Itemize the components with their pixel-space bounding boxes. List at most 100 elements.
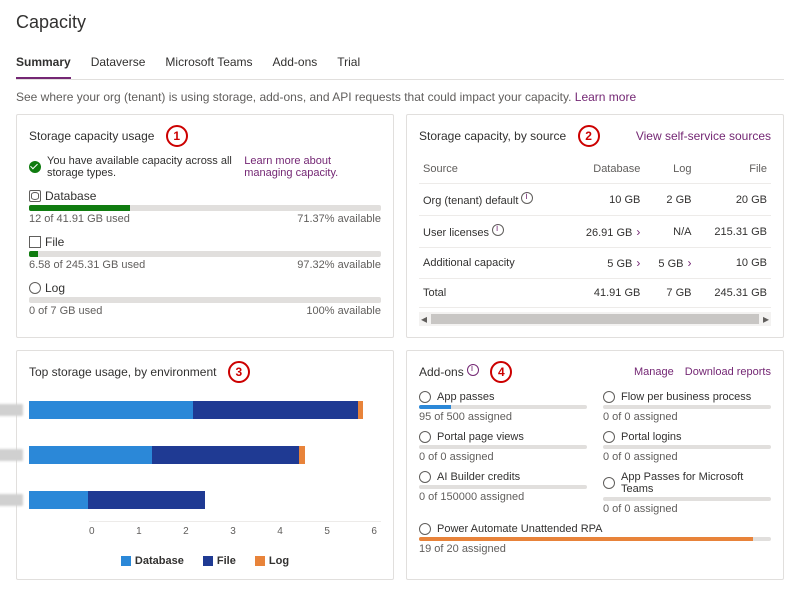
table-row: Org (tenant) default 10 GB 2 GB 20 GB — [419, 184, 771, 216]
col-log: Log — [644, 155, 695, 184]
chart-bar — [29, 401, 363, 419]
metric-used: 6.58 of 245.31 GB used — [29, 259, 145, 271]
addon-sub: 0 of 0 assigned — [419, 451, 587, 463]
cell-db: 41.91 GB — [567, 279, 645, 308]
addon-name: Power Automate Unattended RPA — [437, 523, 603, 535]
addon-icon — [419, 523, 431, 535]
info-icon[interactable] — [521, 192, 533, 204]
addon-item: Flow per business process 0 of 0 assigne… — [603, 391, 771, 423]
metric-used: 0 of 7 GB used — [29, 305, 102, 317]
addon-name: Portal page views — [437, 431, 524, 443]
page-title: Capacity — [16, 12, 784, 33]
addon-sub: 19 of 20 assigned — [419, 543, 771, 555]
addon-item: App passes 95 of 500 assigned — [419, 391, 587, 423]
addon-item: App Passes for Microsoft Teams 0 of 0 as… — [603, 471, 771, 515]
addon-name: App Passes for Microsoft Teams — [621, 471, 771, 495]
addon-sub: 0 of 0 assigned — [603, 411, 771, 423]
addon-name: AI Builder credits — [437, 471, 520, 483]
chevron-right-icon[interactable]: › — [636, 225, 640, 239]
metric-label: Log — [45, 281, 65, 295]
horizontal-scrollbar[interactable]: ◂▸ — [419, 312, 771, 326]
source-table: Source Database Log File Org (tenant) de… — [419, 155, 771, 308]
env-label — [0, 404, 23, 416]
addon-icon — [603, 477, 615, 489]
addon-sub: 0 of 150000 assigned — [419, 491, 587, 503]
status-link[interactable]: Learn more about managing capacity. — [244, 155, 381, 179]
card-title: Storage capacity usage — [29, 129, 154, 143]
addon-item: AI Builder credits 0 of 150000 assigned — [419, 471, 587, 515]
addon-item: Power Automate Unattended RPA 19 of 20 a… — [419, 523, 771, 555]
cell-log: 7 GB — [644, 279, 695, 308]
check-icon — [29, 161, 41, 173]
card-top-storage-env: Top storage usage, by environment 3 0123… — [16, 350, 394, 580]
tab-teams[interactable]: Microsoft Teams — [165, 49, 252, 79]
table-row: User licenses 26.91 GB› N/A 215.31 GB — [419, 216, 771, 248]
log-icon — [29, 282, 41, 294]
tab-addons[interactable]: Add-ons — [273, 49, 318, 79]
download-reports-link[interactable]: Download reports — [685, 366, 771, 378]
chart-bar — [29, 491, 205, 509]
cell-log: 5 GB› — [644, 248, 695, 279]
card-title: Add-ons — [419, 365, 464, 379]
progress-bar — [29, 205, 381, 211]
col-file: File — [696, 155, 772, 184]
metric-avail: 71.37% available — [297, 213, 381, 225]
database-icon — [29, 190, 41, 202]
metric-label: Database — [45, 189, 96, 203]
file-icon — [29, 236, 41, 248]
addon-icon — [419, 471, 431, 483]
addon-bar — [603, 405, 771, 409]
addon-name: Flow per business process — [621, 391, 751, 403]
card-title: Top storage usage, by environment — [29, 365, 216, 379]
cell-log: N/A — [644, 216, 695, 248]
page-description: See where your org (tenant) is using sto… — [16, 90, 784, 104]
annotation-badge-4: 4 — [490, 361, 512, 383]
manage-link[interactable]: Manage — [634, 366, 674, 378]
chevron-right-icon[interactable]: › — [688, 256, 692, 270]
cell-db: 26.91 GB› — [567, 216, 645, 248]
tab-trial[interactable]: Trial — [337, 49, 360, 79]
progress-bar — [29, 297, 381, 303]
addon-bar — [419, 485, 587, 489]
env-label — [0, 449, 23, 461]
col-source: Source — [419, 155, 567, 184]
addon-bar — [419, 537, 771, 541]
addon-sub: 0 of 0 assigned — [603, 503, 771, 515]
card-title: Storage capacity, by source — [419, 129, 566, 143]
learn-more-link[interactable]: Learn more — [575, 90, 636, 104]
info-icon[interactable] — [492, 224, 504, 236]
tab-dataverse[interactable]: Dataverse — [91, 49, 146, 79]
metric-used: 12 of 41.91 GB used — [29, 213, 130, 225]
addon-bar — [603, 497, 771, 501]
card-storage-by-source: Storage capacity, by source 2 View self-… — [406, 114, 784, 338]
env-label — [0, 494, 23, 506]
addon-sub: 0 of 0 assigned — [603, 451, 771, 463]
addon-sub: 95 of 500 assigned — [419, 411, 587, 423]
cell-source: Org (tenant) default — [419, 184, 567, 216]
card-storage-usage: Storage capacity usage 1 You have availa… — [16, 114, 394, 338]
status-text: You have available capacity across all s… — [47, 155, 238, 179]
annotation-badge-2: 2 — [578, 125, 600, 147]
view-sources-link[interactable]: View self-service sources — [636, 129, 771, 143]
cell-file: 10 GB — [696, 248, 772, 279]
progress-bar — [29, 251, 381, 257]
col-database: Database — [567, 155, 645, 184]
cell-file: 215.31 GB — [696, 216, 772, 248]
card-addons: Add-ons 4 Manage Download reports App pa… — [406, 350, 784, 580]
addon-icon — [603, 431, 615, 443]
cell-file: 245.31 GB — [696, 279, 772, 308]
addon-name: App passes — [437, 391, 494, 403]
cell-db: 5 GB› — [567, 248, 645, 279]
cell-db: 10 GB — [567, 184, 645, 216]
addon-name: Portal logins — [621, 431, 682, 443]
info-icon[interactable] — [467, 364, 479, 376]
table-row: Additional capacity 5 GB› 5 GB› 10 GB — [419, 248, 771, 279]
tab-summary[interactable]: Summary — [16, 49, 71, 79]
metric-avail: 100% available — [306, 305, 381, 317]
cell-file: 20 GB — [696, 184, 772, 216]
cell-log: 2 GB — [644, 184, 695, 216]
addon-bar — [419, 405, 587, 409]
addon-item: Portal logins 0 of 0 assigned — [603, 431, 771, 463]
chevron-right-icon[interactable]: › — [636, 256, 640, 270]
table-row: Total 41.91 GB 7 GB 245.31 GB — [419, 279, 771, 308]
